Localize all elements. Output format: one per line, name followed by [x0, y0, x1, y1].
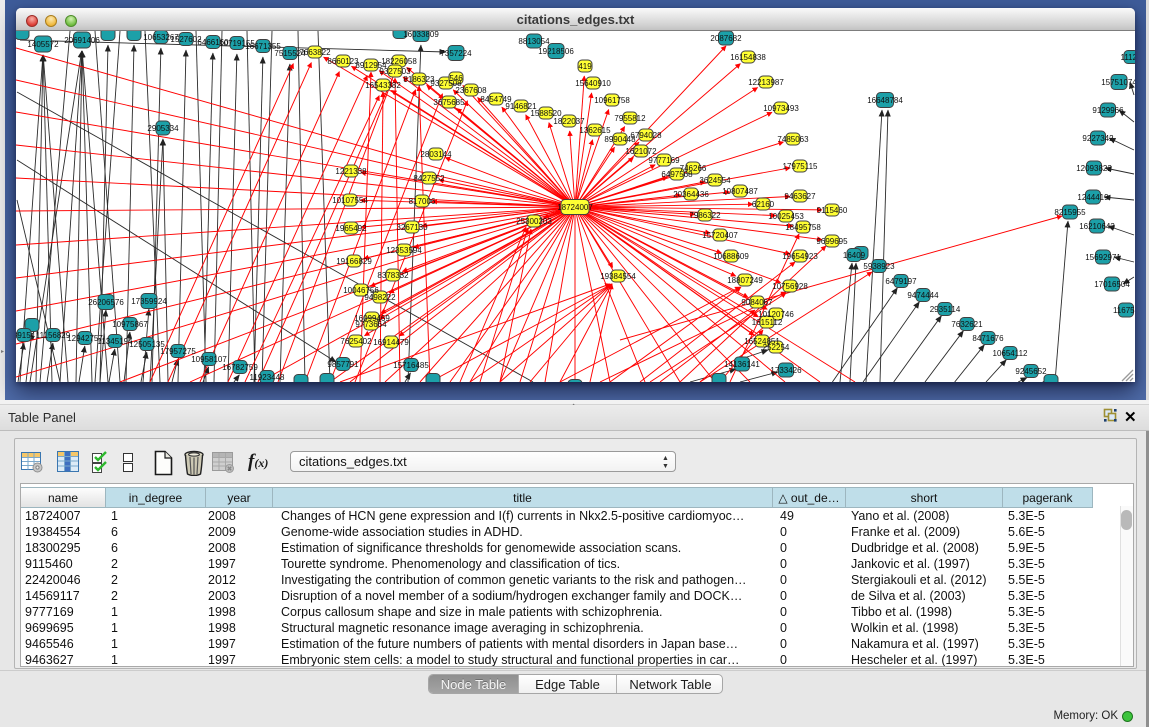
svg-text:15720407: 15720407 [702, 231, 738, 240]
svg-text:10688609: 10688609 [713, 252, 749, 261]
svg-text:18495758: 18495758 [785, 223, 821, 232]
svg-text:15640910: 15640910 [575, 79, 611, 88]
svg-text:9498222: 9498222 [364, 293, 396, 302]
svg-text:9129966: 9129966 [1092, 106, 1124, 115]
svg-text:2935114: 2935114 [930, 305, 961, 314]
svg-text:817006: 817006 [409, 197, 436, 206]
svg-text:17359924: 17359924 [131, 297, 167, 306]
svg-text:9857791: 9857791 [327, 360, 359, 369]
svg-text:16914479: 16914479 [373, 338, 409, 347]
svg-text:11123: 11123 [1120, 53, 1135, 62]
svg-text:62160: 62160 [752, 200, 775, 209]
svg-text:8660123: 8660123 [327, 57, 359, 66]
svg-text:10107554: 10107554 [332, 196, 368, 205]
svg-text:116753: 116753 [1113, 306, 1135, 315]
svg-text:1221338: 1221338 [335, 167, 367, 176]
svg-text:16543382: 16543382 [365, 81, 401, 90]
svg-text:1965492: 1965492 [335, 224, 367, 233]
svg-text:9773664: 9773664 [355, 320, 387, 329]
svg-text:10756928: 10756928 [772, 282, 808, 291]
svg-text:8471676: 8471676 [972, 334, 1004, 343]
svg-text:15716485: 15716485 [393, 361, 429, 370]
svg-text:17016504: 17016504 [1094, 280, 1130, 289]
svg-text:1615112: 1615112 [752, 318, 783, 327]
svg-text:16648784: 16648784 [867, 96, 903, 105]
svg-text:7986322: 7986322 [689, 211, 721, 220]
svg-text:1822037: 1822037 [553, 117, 585, 126]
svg-text:1733426: 1733426 [770, 366, 802, 375]
svg-text:9699695: 9699695 [816, 237, 848, 246]
svg-text:39154: 39154 [16, 331, 36, 340]
svg-text:9227342: 9227342 [1082, 134, 1114, 143]
svg-text:26206576: 26206576 [88, 298, 124, 307]
svg-text:9463627: 9463627 [784, 192, 816, 201]
svg-text:18724007: 18724007 [557, 203, 593, 212]
svg-text:9474444: 9474444 [907, 291, 939, 300]
svg-text:19166829: 19166829 [336, 257, 372, 266]
svg-text:15751074: 15751074 [1101, 78, 1135, 87]
svg-text:10961758: 10961758 [594, 96, 630, 105]
svg-text:1405572: 1405572 [27, 40, 59, 49]
svg-text:7663822: 7663822 [299, 48, 331, 57]
svg-text:15692971: 15692971 [1085, 253, 1121, 262]
svg-text:17975115: 17975115 [783, 162, 819, 171]
svg-text:7632621: 7632621 [951, 320, 983, 329]
svg-text:419: 419 [578, 62, 592, 71]
svg-text:9777169: 9777169 [648, 156, 680, 165]
svg-text:10807487: 10807487 [722, 187, 758, 196]
svg-text:14136141: 14136141 [724, 360, 760, 369]
svg-text:16782759: 16782759 [222, 363, 258, 372]
svg-text:746266: 746266 [680, 164, 707, 173]
svg-text:3624554: 3624554 [699, 176, 731, 185]
svg-text:2905334: 2905334 [147, 124, 179, 133]
svg-text:9245652: 9245652 [1015, 367, 1047, 376]
svg-text:9115460: 9115460 [817, 206, 848, 215]
svg-text:19384554: 19384554 [600, 272, 636, 281]
svg-text:12093822: 12093822 [1076, 164, 1112, 173]
svg-text:16409: 16409 [843, 251, 866, 260]
svg-text:16154838: 16154838 [730, 53, 766, 62]
svg-text:3267130: 3267130 [396, 223, 428, 232]
svg-text:18807249: 18807249 [727, 276, 763, 285]
svg-text:1621072: 1621072 [625, 147, 657, 156]
svg-text:2087682: 2087682 [710, 34, 742, 43]
svg-text:20691406: 20691406 [64, 36, 100, 45]
svg-text:19654923: 19654923 [782, 252, 818, 261]
svg-text:1244419: 1244419 [1077, 193, 1109, 202]
svg-text:6794028: 6794028 [630, 131, 662, 140]
svg-text:3675685: 3675685 [433, 98, 465, 107]
svg-text:19218506: 19218506 [538, 47, 574, 56]
svg-text:2803144: 2803144 [420, 150, 452, 159]
svg-text:25300203: 25300203 [516, 217, 552, 226]
svg-text:252254: 252254 [763, 343, 790, 352]
svg-text:7955812: 7955812 [614, 114, 646, 123]
svg-text:8378332: 8378332 [377, 271, 409, 280]
svg-text:8427552: 8427552 [413, 174, 445, 183]
svg-text:7357224: 7357224 [440, 49, 472, 58]
svg-text:5938923: 5938923 [863, 262, 895, 271]
svg-text:6479197: 6479197 [885, 277, 917, 286]
svg-text:20364436: 20364436 [673, 190, 709, 199]
svg-text:16033809: 16033809 [403, 31, 439, 39]
svg-text:8813054: 8813054 [518, 37, 550, 46]
svg-text:18226058: 18226058 [381, 57, 417, 66]
svg-text:10654112: 10654112 [993, 349, 1029, 358]
svg-text:11345194: 11345194 [98, 337, 134, 346]
svg-text:546: 546 [449, 74, 463, 83]
svg-text:12213987: 12213987 [748, 78, 784, 87]
svg-text:8215955: 8215955 [1054, 208, 1086, 217]
svg-text:10973493: 10973493 [763, 104, 799, 113]
svg-text:9084067: 9084067 [741, 298, 773, 307]
svg-text:12353594: 12353594 [386, 246, 422, 255]
svg-text:16210643: 16210643 [1079, 222, 1115, 231]
svg-text:11923448: 11923448 [250, 373, 286, 382]
svg-text:10025453: 10025453 [768, 212, 804, 221]
svg-text:10975867: 10975867 [112, 320, 148, 329]
svg-text:1362615: 1362615 [579, 126, 611, 135]
svg-text:7625402: 7625402 [340, 337, 372, 346]
svg-text:11156829: 11156829 [36, 331, 71, 340]
svg-text:7485063: 7485063 [777, 135, 809, 144]
svg-text:2367608: 2367608 [455, 86, 487, 95]
